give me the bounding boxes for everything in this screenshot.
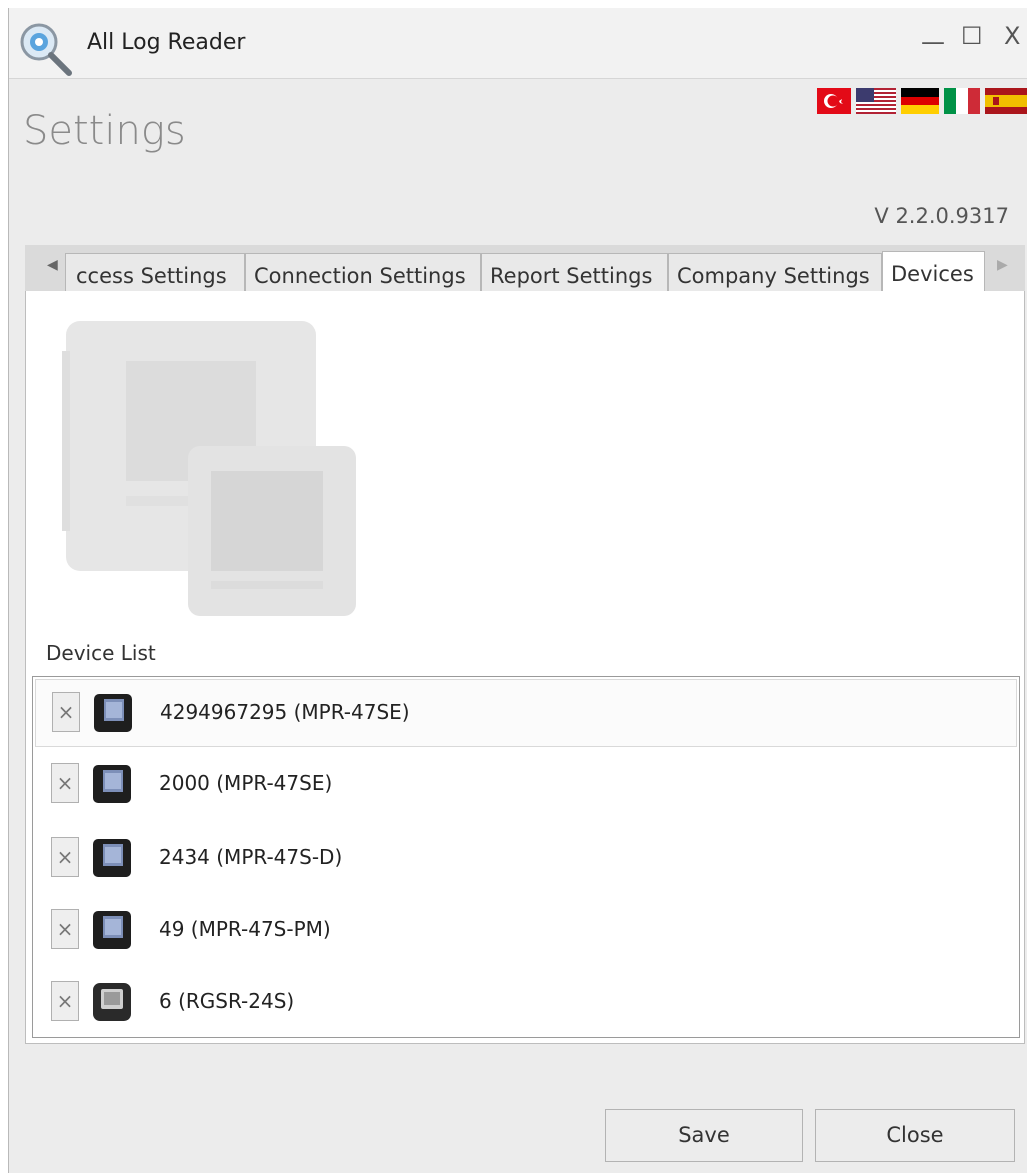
list-item[interactable]: × 49 (MPR-47S-PM) bbox=[35, 897, 1017, 965]
title-bar: All Log Reader — ☐ X bbox=[9, 8, 1027, 79]
tab-label: ccess Settings bbox=[76, 264, 227, 288]
list-item[interactable]: × 6 (RGSR-24S) bbox=[35, 969, 1017, 1037]
tab-label: Report Settings bbox=[490, 264, 653, 288]
device-label: 2434 (MPR-47S-D) bbox=[159, 845, 343, 869]
remove-device-button[interactable]: × bbox=[51, 909, 79, 949]
tab-label: Devices bbox=[891, 262, 974, 286]
list-item[interactable]: × 2434 (MPR-47S-D) bbox=[35, 825, 1017, 893]
page-title: Settings bbox=[23, 108, 186, 154]
rgsr-device-icon bbox=[93, 983, 131, 1021]
remove-device-button[interactable]: × bbox=[51, 763, 79, 803]
mpr-device-icon bbox=[93, 911, 131, 949]
settings-window: All Log Reader — ☐ X Settings V 2.2.0.93… bbox=[8, 8, 1027, 1173]
flag-turkey-icon[interactable] bbox=[817, 88, 851, 114]
tab-company-settings[interactable]: Company Settings bbox=[668, 253, 882, 291]
mpr-device-icon bbox=[93, 839, 131, 877]
device-label: 6 (RGSR-24S) bbox=[159, 989, 295, 1013]
device-label: 2000 (MPR-47SE) bbox=[159, 771, 333, 795]
tab-devices[interactable]: Devices bbox=[882, 251, 985, 292]
tab-label: Company Settings bbox=[677, 264, 870, 288]
tab-connection-settings[interactable]: Connection Settings bbox=[245, 253, 481, 291]
list-item[interactable]: × 4294967295 (MPR-47SE) bbox=[35, 679, 1017, 747]
minimize-button[interactable]: — bbox=[921, 30, 945, 54]
tab-label: Connection Settings bbox=[254, 264, 466, 288]
close-window-button[interactable]: X bbox=[1004, 24, 1020, 48]
remove-device-button[interactable]: × bbox=[51, 837, 79, 877]
tab-scroll-right-icon[interactable]: ▶ bbox=[997, 257, 1008, 273]
flag-germany-icon[interactable] bbox=[901, 88, 939, 114]
device-label: 49 (MPR-47S-PM) bbox=[159, 917, 331, 941]
devices-illustration-icon bbox=[62, 321, 356, 616]
devices-panel: Device List × 4294967295 (MPR-47SE) × 20… bbox=[25, 291, 1025, 1044]
list-item[interactable]: × 2000 (MPR-47SE) bbox=[35, 751, 1017, 819]
save-button[interactable]: Save bbox=[605, 1109, 803, 1162]
maximize-button[interactable]: ☐ bbox=[961, 24, 983, 48]
flag-italy-icon[interactable] bbox=[944, 88, 980, 114]
flag-spain-icon[interactable] bbox=[985, 88, 1027, 114]
device-list: × 4294967295 (MPR-47SE) × 2000 (MPR-47SE… bbox=[32, 676, 1020, 1038]
remove-device-button[interactable]: × bbox=[52, 692, 80, 732]
version-label: V 2.2.0.9317 bbox=[874, 204, 1009, 228]
mpr-device-icon bbox=[94, 694, 132, 732]
remove-device-button[interactable]: × bbox=[51, 981, 79, 1021]
flag-usa-icon[interactable] bbox=[856, 88, 896, 114]
close-button[interactable]: Close bbox=[815, 1109, 1015, 1162]
tab-report-settings[interactable]: Report Settings bbox=[481, 253, 668, 291]
device-label: 4294967295 (MPR-47SE) bbox=[160, 700, 410, 724]
tab-strip: ◀ ccess Settings Connection Settings Rep… bbox=[25, 245, 1025, 292]
tab-access-settings[interactable]: ccess Settings bbox=[65, 253, 245, 291]
mpr-device-icon bbox=[93, 765, 131, 803]
tab-scroll-left-icon[interactable]: ◀ bbox=[47, 257, 58, 273]
app-search-icon bbox=[20, 23, 72, 76]
app-title: All Log Reader bbox=[87, 30, 246, 55]
device-list-label: Device List bbox=[46, 641, 156, 665]
